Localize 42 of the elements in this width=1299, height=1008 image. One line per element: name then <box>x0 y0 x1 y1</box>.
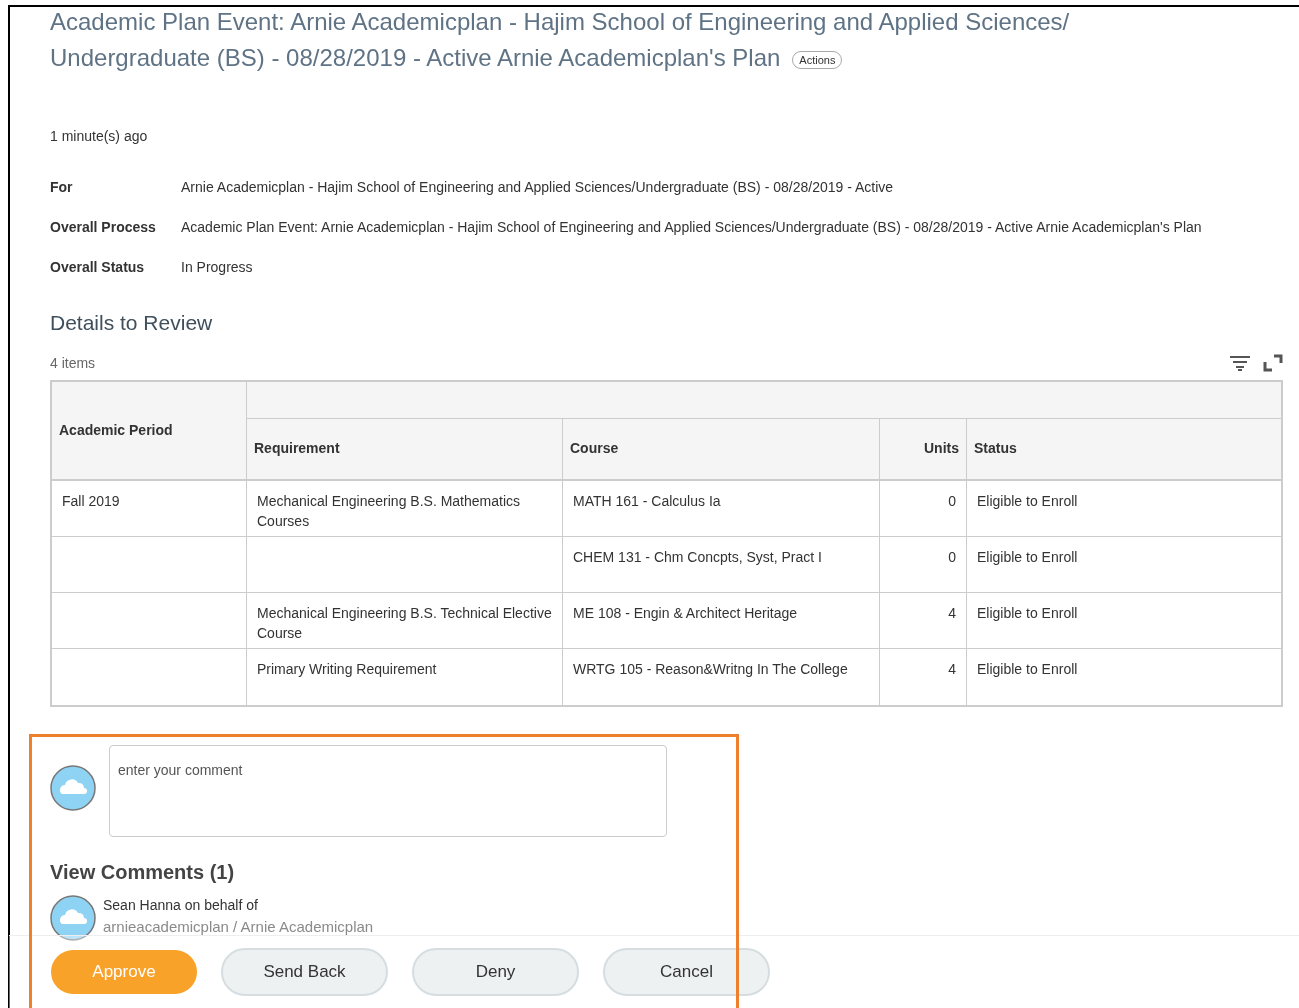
table-cell: 4 <box>948 604 956 621</box>
comment-author: Sean Hanna on behalf of <box>103 895 259 915</box>
table-cell: Eligible to Enroll <box>977 604 1078 621</box>
action-button[interactable]: Send Back <box>221 948 388 996</box>
action-button[interactable]: Cancel <box>603 948 770 996</box>
page-title: Academic Plan Event: Arnie Academicplan - Hajim School of Engineering and Applied Sciences/ Undergraduate (BS) - 08/28/2019 - Active Arnie Academicplan's Plan Actions <box>50 7 1071 73</box>
table-cell: Eligible to Enroll <box>977 492 1078 509</box>
table-cell: Fall 2019 <box>62 492 120 509</box>
column-header: Requirement <box>247 418 563 479</box>
table-cell: Eligible to Enroll <box>977 548 1078 565</box>
avatar-icon <box>50 764 96 811</box>
expand-icon[interactable] <box>1263 354 1283 372</box>
table-cell: WRTG 105 - Reason&Writng In The College <box>573 660 848 677</box>
table-cell: Primary Writing Requirement <box>257 660 437 677</box>
comment-field[interactable]: enter your comment <box>109 744 667 837</box>
timestamp: 1 minute(s) ago <box>50 127 149 146</box>
filter-icon[interactable] <box>1229 355 1251 371</box>
column-header: Course <box>563 418 880 479</box>
table-cell: CHEM 131 - Chm Concpts, Syst, Pract I <box>573 548 822 565</box>
field-label: For <box>50 178 74 197</box>
field-value: Academic Plan Event: Arnie Academicplan - Hajim School of Engineering and Applied Sciences/Undergraduate (BS) - 08/28/2019 - Active Arnie Academicplan's Plan <box>181 218 1202 237</box>
column-header: Academic Period <box>52 381 247 479</box>
section-title: Details to Review <box>50 310 214 336</box>
field-value: Arnie Academicplan - Hajim School of Engineering and Applied Sciences/Undergraduate (BS) - 08/28/2019 - Active <box>181 178 894 197</box>
table-cell: 0 <box>948 548 956 565</box>
table-cell: MATH 161 - Calculus Ia <box>573 492 721 509</box>
table-cell: Eligible to Enroll <box>977 660 1078 677</box>
table-cell: 4 <box>948 660 956 677</box>
column-header: Units <box>880 418 967 479</box>
action-button[interactable]: Deny <box>412 948 579 996</box>
table-cell: ME 108 - Engin & Architect Heritage <box>573 604 798 621</box>
table-cell: Mechanical Engineering B.S. Technical Elective Course <box>257 604 552 641</box>
field-value: In Progress <box>181 258 253 277</box>
item-count: 4 items <box>50 353 96 373</box>
field-label: Overall Status <box>50 258 146 277</box>
field-label: Overall Process <box>50 218 157 237</box>
table-cell: Mechanical Engineering B.S. Mathematics Courses <box>257 492 521 529</box>
column-header: Status <box>973 439 1018 458</box>
table-cell: 0 <box>948 492 956 509</box>
comment-subtitle: arnieacademicplan / Arnie Academicplan <box>103 916 374 937</box>
avatar-icon <box>50 894 96 941</box>
comments-heading: View Comments (1) <box>50 859 236 885</box>
